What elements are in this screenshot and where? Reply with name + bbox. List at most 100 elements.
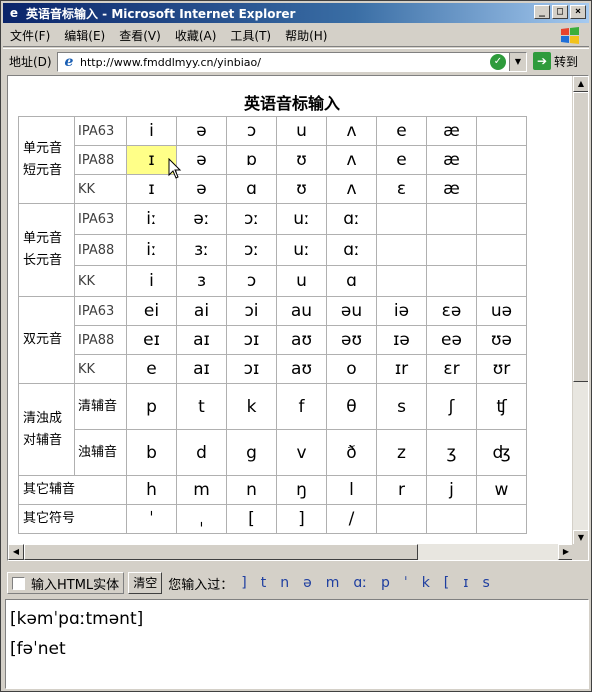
symbol-cell[interactable]: au [276,296,327,326]
symbol-cell[interactable]: g [226,429,277,476]
history-item[interactable]: p [381,575,390,591]
symbol-cell[interactable]: ɛr [426,354,477,384]
symbol-cell[interactable]: ] [276,504,327,534]
symbol-cell[interactable]: z [376,429,427,476]
symbol-cell[interactable] [376,265,427,297]
history-item[interactable]: s [482,575,489,591]
go-button[interactable]: ➔ 转到 [533,52,578,70]
symbol-cell[interactable]: ˈ [126,504,177,534]
symbol-cell[interactable]: ɛ [376,174,427,204]
symbol-cell[interactable]: ð [326,429,377,476]
symbol-cell[interactable] [476,174,527,204]
symbol-cell[interactable] [476,504,527,534]
menu-edit[interactable]: 编辑(E) [57,27,112,44]
symbol-cell[interactable]: əʊ [326,325,377,355]
chevron-down-icon[interactable]: ▼ [509,53,526,71]
symbol-cell[interactable]: ɔː [226,234,277,266]
symbol-cell[interactable]: ɪr [376,354,427,384]
symbol-cell[interactable]: eə [426,325,477,355]
symbol-cell[interactable]: ʊə [476,325,527,355]
maximize-button[interactable]: □ [552,5,568,19]
symbol-cell[interactable] [426,504,477,534]
symbol-cell[interactable]: ə [176,174,227,204]
history-item[interactable]: ɪ [463,575,468,591]
symbol-cell[interactable]: iː [126,234,177,266]
symbol-cell[interactable]: ɔi [226,296,277,326]
symbol-cell[interactable]: æ [426,116,477,146]
symbol-cell[interactable]: w [476,475,527,505]
symbol-cell[interactable]: ŋ [276,475,327,505]
close-button[interactable]: × [570,5,586,19]
symbol-cell[interactable]: uː [276,203,327,235]
symbol-cell[interactable]: ʊ [276,174,327,204]
symbol-cell[interactable]: r [376,475,427,505]
symbol-cell[interactable]: ei [126,296,177,326]
symbol-cell[interactable]: u [276,265,327,297]
symbol-cell[interactable]: θ [326,383,377,430]
symbol-cell[interactable]: ʊr [476,354,527,384]
address-url[interactable]: http://www.fmddlmyy.cn/yinbiao/ [80,56,261,69]
symbol-cell[interactable]: ɑː [326,234,377,266]
symbol-cell[interactable]: aɪ [176,325,227,355]
history-item[interactable]: ] [241,575,246,591]
scroll-left-icon[interactable]: ◀ [8,544,24,560]
vertical-scroll-thumb[interactable] [573,92,588,382]
symbol-cell[interactable]: ʧ [476,383,527,430]
symbol-cell[interactable]: m [176,475,227,505]
symbol-cell[interactable]: ɪə [376,325,427,355]
symbol-cell[interactable]: t [176,383,227,430]
menu-view[interactable]: 查看(V) [112,27,168,44]
symbol-cell[interactable] [476,203,527,235]
history-item[interactable]: k [422,575,430,591]
symbol-cell[interactable]: k [226,383,277,430]
history-item[interactable]: t [261,575,267,591]
address-input[interactable]: e http://www.fmddlmyy.cn/yinbiao/ ✓ ▼ [57,52,527,72]
symbol-cell[interactable]: n [226,475,277,505]
vertical-scrollbar[interactable]: ▲ ▼ [572,76,588,546]
symbol-cell[interactable]: uə [476,296,527,326]
menu-tools[interactable]: 工具(T) [223,27,278,44]
symbol-cell[interactable]: ɜː [176,234,227,266]
symbol-cell[interactable] [476,145,527,175]
symbol-cell[interactable]: ə [176,145,227,175]
symbol-cell[interactable]: ɔɪ [226,354,277,384]
symbol-cell[interactable]: ɑ [326,265,377,297]
symbol-cell[interactable]: aɪ [176,354,227,384]
symbol-cell[interactable]: εə [426,296,477,326]
history-item[interactable]: [ [444,575,449,591]
symbol-cell[interactable]: ʌ [326,116,377,146]
symbol-cell[interactable]: ɑː [326,203,377,235]
symbol-cell[interactable]: [ [226,504,277,534]
symbol-cell[interactable]: iː [126,203,177,235]
clear-button[interactable]: 清空 [128,572,163,594]
symbol-cell[interactable]: ɒ [226,145,277,175]
symbol-cell[interactable]: s [376,383,427,430]
symbol-cell[interactable]: ʤ [476,429,527,476]
symbol-cell[interactable]: ə [176,116,227,146]
symbol-cell[interactable]: ʊ [276,145,327,175]
symbol-cell[interactable] [476,116,527,146]
history-item[interactable]: ə [303,575,312,591]
history-item[interactable]: n [280,575,289,591]
symbol-cell[interactable]: ʌ [326,174,377,204]
symbol-cell[interactable] [476,265,527,297]
symbol-cell[interactable]: uː [276,234,327,266]
symbol-cell[interactable]: i [126,265,177,297]
symbol-cell[interactable]: i [126,116,177,146]
symbol-cell[interactable]: eɪ [126,325,177,355]
symbol-cell[interactable]: ʌ [326,145,377,175]
symbol-cell[interactable]: ˌ [176,504,227,534]
symbol-cell[interactable]: d [176,429,227,476]
history-item[interactable]: ˈ [404,575,408,591]
symbol-cell[interactable]: ʒ [426,429,477,476]
symbol-cell[interactable]: ɔ [226,116,277,146]
history-item[interactable]: m [326,575,340,591]
menu-favorites[interactable]: 收藏(A) [168,27,224,44]
symbol-cell[interactable] [376,234,427,266]
symbol-cell[interactable]: ai [176,296,227,326]
symbol-cell[interactable]: l [326,475,377,505]
html-entity-option[interactable]: 输入HTML实体 [7,572,125,594]
symbol-cell[interactable] [476,234,527,266]
symbol-cell[interactable]: əː [176,203,227,235]
html-entity-checkbox[interactable] [12,576,25,590]
